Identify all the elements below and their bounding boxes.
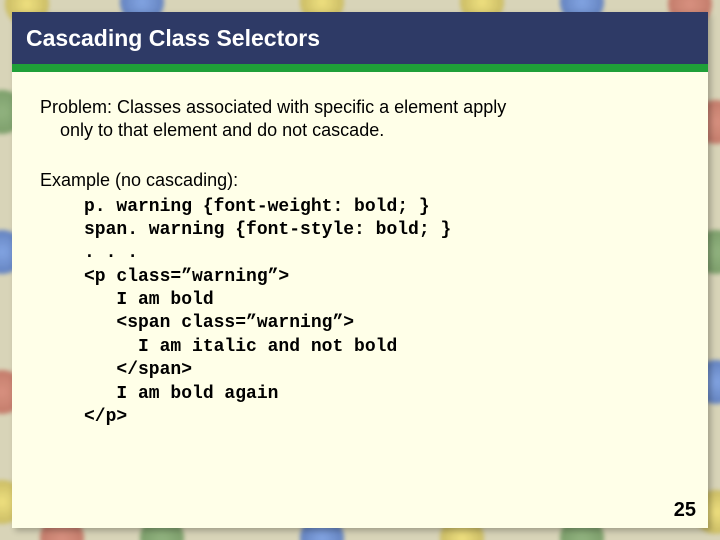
code-block: p. warning {font-weight: bold; } span. w… <box>40 196 680 430</box>
example-label: Example (no cascading): <box>40 169 680 192</box>
problem-text: Problem: Classes associated with specifi… <box>40 96 680 141</box>
slide-body: Problem: Classes associated with specifi… <box>12 72 708 429</box>
problem-line-2: only to that element and do not cascade. <box>40 119 680 142</box>
page-number: 25 <box>674 499 696 522</box>
slide-title: Cascading Class Selectors <box>26 25 320 52</box>
problem-line-1: Problem: Classes associated with specifi… <box>40 96 680 119</box>
slide: Cascading Class Selectors Problem: Class… <box>12 12 708 528</box>
slide-title-bar: Cascading Class Selectors <box>12 12 708 72</box>
